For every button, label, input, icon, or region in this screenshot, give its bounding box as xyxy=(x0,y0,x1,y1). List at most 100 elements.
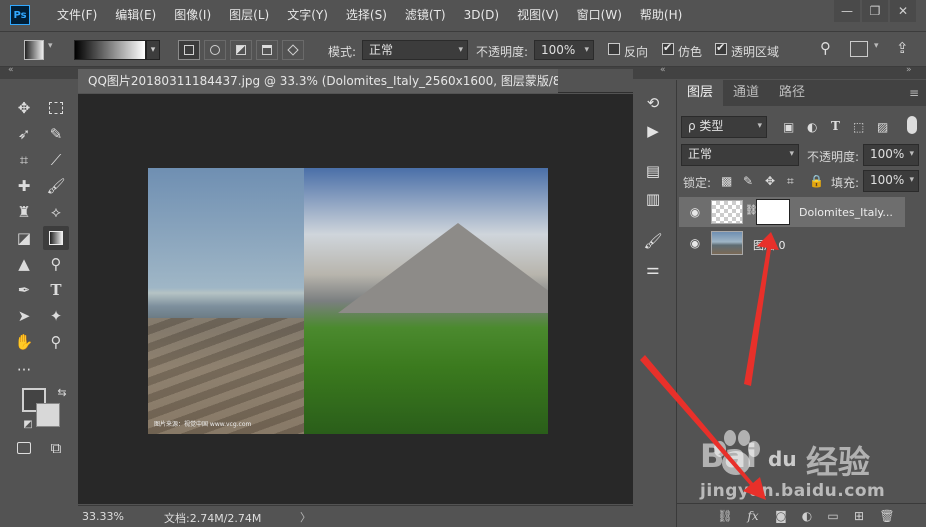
menu-filter[interactable]: 滤镜(T) xyxy=(396,0,455,30)
healing-brush-tool-icon[interactable]: ✚ xyxy=(11,174,37,198)
swap-colors-icon[interactable]: ⇆ xyxy=(49,380,75,404)
gradient-tool-icon[interactable] xyxy=(43,226,69,250)
minimize-button[interactable]: — xyxy=(834,0,860,22)
blend-row: 正常 ▾ 不透明度: 100% ▾ xyxy=(677,142,926,168)
gradient-picker-dropdown[interactable]: ▾ xyxy=(146,40,160,60)
panel-menu-icon[interactable]: ≡ xyxy=(909,86,919,100)
baidu-logo-text: Bai xyxy=(700,437,757,475)
menu-select[interactable]: 选择(S) xyxy=(337,0,396,30)
filter-toggle[interactable] xyxy=(907,116,917,134)
path-select-tool-icon[interactable]: ➤ xyxy=(11,304,37,328)
restore-button[interactable]: ❐ xyxy=(862,0,888,22)
type-tool-icon[interactable]: T xyxy=(43,278,69,302)
angle-gradient-button[interactable] xyxy=(230,40,252,60)
transparency-checkbox[interactable] xyxy=(715,41,727,55)
marquee-tool-icon[interactable] xyxy=(43,96,69,120)
transparency-label: 透明区域 xyxy=(731,45,780,59)
eraser-tool-icon[interactable]: ◪ xyxy=(11,226,37,250)
collapse-side-icon[interactable]: « xyxy=(660,65,666,75)
eyedropper-tool-icon[interactable]: ⟋ xyxy=(43,148,69,172)
lock-position-icon[interactable]: ✥ xyxy=(765,174,775,188)
filter-shape-icon[interactable]: ⬚ xyxy=(853,120,864,134)
menu-type[interactable]: 文字(Y) xyxy=(278,0,337,30)
status-menu-arrow[interactable]: 〉 xyxy=(300,509,311,525)
hand-tool-icon[interactable]: ✋ xyxy=(11,330,37,354)
menu-help[interactable]: 帮助(H) xyxy=(631,0,691,30)
history-brush-tool-icon[interactable]: ⟡ xyxy=(43,200,69,224)
lasso-tool-icon[interactable]: ➶ xyxy=(11,122,37,146)
gradient-preview[interactable] xyxy=(74,40,146,60)
history-icon[interactable]: ⟲ xyxy=(642,92,664,114)
layer-mask-thumbnail[interactable] xyxy=(756,199,790,225)
menu-window[interactable]: 窗口(W) xyxy=(568,0,631,30)
quick-select-tool-icon[interactable]: ✎ xyxy=(43,122,69,146)
layer-opacity-select[interactable]: 100% ▾ xyxy=(863,144,919,166)
blend-mode-select[interactable]: 正常 ▾ xyxy=(681,144,799,166)
pen-tool-icon[interactable]: ✒ xyxy=(11,278,37,302)
opacity-select[interactable]: 100% ▾ xyxy=(534,40,594,60)
reverse-checkbox[interactable] xyxy=(608,43,620,55)
shape-tool-icon[interactable]: ✦ xyxy=(43,304,69,328)
quick-mask-icon[interactable] xyxy=(11,436,37,460)
layer-row-layer0[interactable]: ◉ 图层 0 xyxy=(679,228,905,258)
diamond-gradient-button[interactable] xyxy=(282,40,304,60)
layer-filter-select[interactable]: ρ 类型 ▾ xyxy=(681,116,767,138)
dodge-tool-icon[interactable]: ⚲ xyxy=(43,252,69,276)
link-icon[interactable]: ⛓ xyxy=(745,205,758,216)
default-colors-icon[interactable]: ◩ xyxy=(15,412,41,436)
crop-tool-icon[interactable]: ⌗ xyxy=(11,148,37,172)
zoom-level[interactable]: 33.33% xyxy=(82,510,124,523)
layer-row-dolomites[interactable]: ◉ ⛓ Dolomites_Italy... xyxy=(679,197,905,227)
filter-adjustment-icon[interactable]: ◐ xyxy=(807,120,817,134)
adjustments-icon[interactable]: ⚌ xyxy=(642,258,664,280)
menu-image[interactable]: 图像(I) xyxy=(165,0,220,30)
zoom-tool-icon[interactable]: ⚲ xyxy=(43,330,69,354)
reflected-gradient-button[interactable] xyxy=(256,40,278,60)
more-tools-icon[interactable]: ··· xyxy=(11,358,37,382)
menu-3d[interactable]: 3D(D) xyxy=(455,0,508,30)
collapse-left-icon[interactable]: « xyxy=(8,65,14,75)
chevron-down-icon[interactable]: ▾ xyxy=(874,41,879,51)
lock-all-icon[interactable]: 🔒 xyxy=(809,174,824,188)
chevron-down-icon[interactable]: ▾ xyxy=(48,41,53,51)
menu-file[interactable]: 文件(F) xyxy=(48,0,106,30)
tab-layers[interactable]: 图层 xyxy=(677,80,724,106)
collapse-right-icon[interactable]: » xyxy=(906,65,912,75)
search-icon[interactable]: ⚲ xyxy=(820,39,831,57)
eye-icon[interactable]: ◉ xyxy=(685,236,705,250)
move-tool-icon[interactable]: ✥ xyxy=(11,96,37,120)
menu-layer[interactable]: 图层(L) xyxy=(220,0,278,30)
menu-edit[interactable]: 编辑(E) xyxy=(106,0,165,30)
share-icon[interactable]: ⇪ xyxy=(896,39,909,57)
blur-tool-icon[interactable]: ▲ xyxy=(11,252,37,276)
filter-type-icon[interactable]: T xyxy=(831,119,840,133)
radial-gradient-button[interactable] xyxy=(204,40,226,60)
brush-tool-icon[interactable]: 🖌 xyxy=(43,174,69,198)
dither-checkbox[interactable] xyxy=(662,41,674,55)
document-image[interactable]: 图片来源：视觉中国 www.vcg.com xyxy=(148,168,548,434)
tab-channels[interactable]: 通道 xyxy=(723,80,769,106)
lock-artboard-icon[interactable]: ⌗ xyxy=(787,174,794,189)
workspace-icon[interactable] xyxy=(850,41,868,57)
lock-transparent-icon[interactable]: ▩ xyxy=(721,174,732,188)
screen-mode-icon[interactable]: ⧉ xyxy=(43,436,69,460)
libraries-icon[interactable]: ▥ xyxy=(642,188,664,210)
eye-icon[interactable]: ◉ xyxy=(685,205,705,219)
actions-play-icon[interactable]: ▶ xyxy=(642,120,664,142)
fill-select[interactable]: 100% ▾ xyxy=(863,170,919,192)
properties-icon[interactable]: ▤ xyxy=(642,160,664,182)
clone-stamp-tool-icon[interactable]: ♜ xyxy=(11,200,37,224)
tab-paths[interactable]: 路径 xyxy=(769,80,815,106)
lock-image-icon[interactable]: ✎ xyxy=(743,174,753,188)
close-button[interactable]: ✕ xyxy=(890,0,916,22)
filter-pixel-icon[interactable]: ▣ xyxy=(783,120,794,134)
document-tab[interactable]: QQ图片20180311184437.jpg @ 33.3% (Dolomite… xyxy=(78,69,558,93)
linear-gradient-button[interactable] xyxy=(178,40,200,60)
options-bar: ▾ ▾ 模式: 正常 ▾ 不透明度: 100% ▾ 反向 仿色 透明区域 ⚲ ▾… xyxy=(0,31,926,67)
mode-select[interactable]: 正常 ▾ xyxy=(362,40,468,60)
menu-view[interactable]: 视图(V) xyxy=(508,0,568,30)
gradient-tool-icon[interactable] xyxy=(24,40,44,60)
brushes-icon[interactable]: 🖌 xyxy=(642,230,664,252)
filter-smart-object-icon[interactable]: ▨ xyxy=(877,120,888,134)
image-mountain xyxy=(338,223,548,313)
